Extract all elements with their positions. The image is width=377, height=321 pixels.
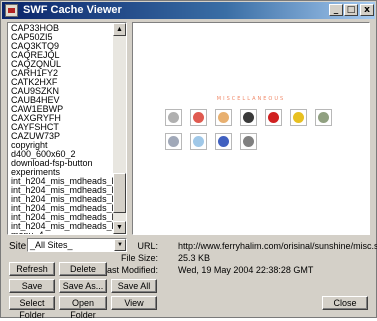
glass-icon[interactable] [190, 133, 207, 150]
select-folder-button[interactable]: Select Folder [9, 296, 55, 320]
close-window-button[interactable]: x [360, 4, 374, 16]
list-item[interactable]: CAQREJQL [9, 51, 113, 60]
heart-icon[interactable] [190, 109, 207, 126]
file-size-value: 25.3 KB [178, 253, 211, 263]
app-icon [5, 4, 18, 17]
save-button[interactable]: Save [9, 279, 55, 293]
camera-icon-fill [243, 136, 254, 147]
view-button[interactable]: View [111, 296, 157, 310]
list-item[interactable]: menu_4 [9, 231, 113, 234]
heart-icon-fill [193, 112, 204, 123]
maximize-button[interactable]: □ [344, 4, 358, 16]
refresh-button[interactable]: Refresh [9, 262, 55, 276]
file-list-items: CAP33HOB CAP50ZI5 CAQ3KTQ9 CAQREJQL CAQZQNUL… [9, 24, 113, 234]
list-item[interactable]: CAYFSHCT [9, 123, 113, 132]
site-label: Site: [9, 241, 30, 252]
list-item[interactable]: CAZUW73P [9, 132, 113, 141]
swf-preview[interactable]: MISCELLANEOUS [132, 22, 370, 235]
list-item[interactable]: experiments [9, 168, 113, 177]
window-title: SWF Cache Viewer [23, 4, 122, 16]
hourglass-icon[interactable] [165, 133, 182, 150]
list-item[interactable]: CARH1FY2 [9, 69, 113, 78]
delete-button[interactable]: Delete [59, 262, 107, 276]
sunglasses-icon-fill [243, 112, 254, 123]
last-modified-value: Wed, 19 May 2004 22:38:28 GMT [178, 265, 314, 275]
list-item[interactable]: int_h204_mis_mdheads_leaderboa [9, 204, 113, 213]
list-item[interactable]: d400_600x60_2 [9, 150, 113, 159]
swf-cache-viewer-window: SWF Cache Viewer _ □ x CAP33HOB CAP50ZI5 C… [0, 0, 377, 320]
cache-file-list[interactable]: CAP33HOB CAP50ZI5 CAQ3KTQ9 CAQREJQL CAQZQNUL… [7, 22, 127, 235]
site-dropdown-value: _All Sites_ [30, 240, 73, 250]
camera-icon[interactable] [240, 133, 257, 150]
url-value: http://www.ferryhalim.com/orisinal/sunsh… [178, 241, 377, 251]
list-item[interactable]: CAQZQNUL [9, 60, 113, 69]
list-item[interactable]: int_h204_mis_mdheads_leaderboa [9, 177, 113, 186]
preview-heading: MISCELLANEOUS [216, 96, 286, 102]
spiral-icon-fill [168, 112, 179, 123]
save-all-button[interactable]: Save All [111, 279, 157, 293]
url-label: URL: [137, 241, 158, 251]
list-item[interactable]: CAQ3KTQ9 [9, 42, 113, 51]
open-folder-button[interactable]: Open Folder [59, 296, 107, 320]
list-item[interactable]: int_h204_mis_mdheads_leaderboa [9, 213, 113, 222]
scrollbar-thumb[interactable] [113, 173, 126, 213]
landscape-icon-fill [318, 112, 329, 123]
no-entry-icon[interactable] [265, 109, 282, 126]
list-item[interactable]: CAXGRYFH [9, 114, 113, 123]
file-size-label: File Size: [120, 253, 158, 263]
scroll-down-arrow-icon[interactable]: ▼ [113, 221, 126, 234]
list-item[interactable]: CAUB4HEV [9, 96, 113, 105]
face-icon[interactable] [215, 109, 232, 126]
c-logo-icon-fill [293, 112, 304, 123]
save-as-button[interactable]: Save As... [59, 279, 107, 293]
c-logo-icon[interactable] [290, 109, 307, 126]
grid-icon-fill [218, 136, 229, 147]
list-item[interactable]: CAW1EBWP [9, 105, 113, 114]
list-item[interactable]: CATK2HXF [9, 78, 113, 87]
grid-icon[interactable] [215, 133, 232, 150]
list-item[interactable]: int_h204_mis_mdheads_leaderboa [9, 186, 113, 195]
list-item[interactable]: CAP33HOB [9, 24, 113, 33]
list-item[interactable]: int_h204_mis_mdheads_leaderboa [9, 222, 113, 231]
close-button[interactable]: Close [322, 296, 368, 310]
glass-icon-fill [193, 136, 204, 147]
list-item[interactable]: CAU9SZKN [9, 87, 113, 96]
spiral-icon[interactable] [165, 109, 182, 126]
face-icon-fill [218, 112, 229, 123]
list-item[interactable]: copyright [9, 141, 113, 150]
sunglasses-icon[interactable] [240, 109, 257, 126]
list-item[interactable]: CAP50ZI5 [9, 33, 113, 42]
scroll-up-arrow-icon[interactable]: ▲ [113, 23, 126, 36]
list-scrollbar[interactable]: ▲ ▼ [113, 23, 126, 234]
minimize-button[interactable]: _ [329, 4, 343, 16]
hourglass-icon-fill [168, 136, 179, 147]
list-item[interactable]: int_h204_mis_mdheads_leaderboa [9, 195, 113, 204]
list-item[interactable]: download-fsp-button [9, 159, 113, 168]
title-bar[interactable]: SWF Cache Viewer _ □ x [2, 2, 375, 19]
landscape-icon[interactable] [315, 109, 332, 126]
no-entry-icon-fill [268, 112, 279, 123]
